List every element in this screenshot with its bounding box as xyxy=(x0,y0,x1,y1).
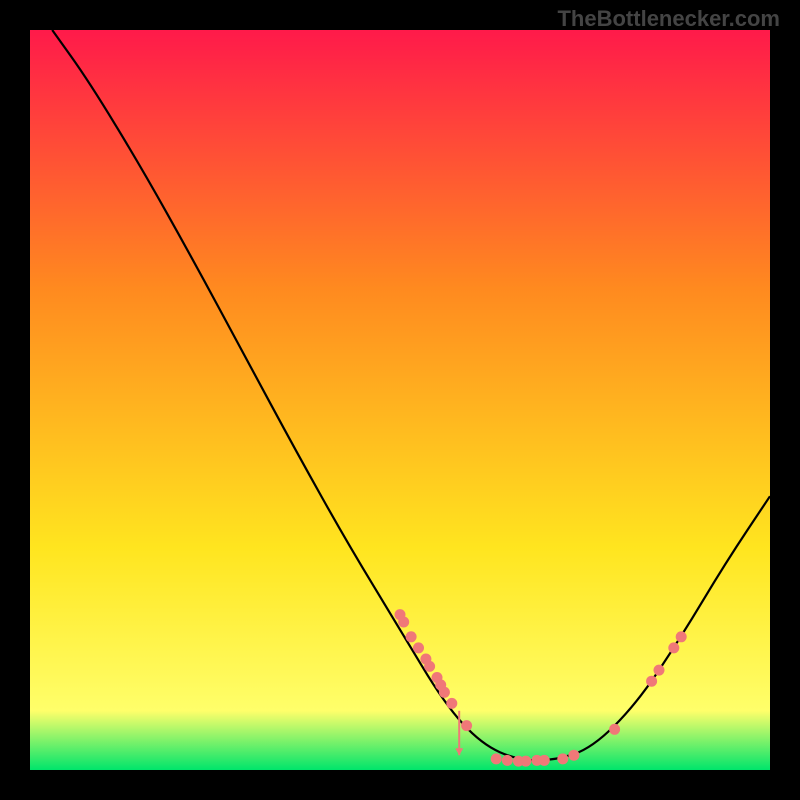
data-point xyxy=(413,642,424,653)
data-point xyxy=(439,687,450,698)
data-point xyxy=(609,724,620,735)
watermark-text: TheBottlenecker.com xyxy=(557,6,780,32)
data-point xyxy=(568,750,579,761)
data-point xyxy=(668,642,679,653)
data-point xyxy=(646,676,657,687)
data-point xyxy=(424,661,435,672)
data-point xyxy=(446,698,457,709)
chart-svg xyxy=(30,30,770,770)
data-point xyxy=(539,755,550,766)
data-point xyxy=(406,631,417,642)
chart-background xyxy=(30,30,770,770)
data-point xyxy=(502,755,513,766)
data-point xyxy=(520,756,531,767)
data-point xyxy=(398,617,409,628)
data-point xyxy=(557,753,568,764)
data-point xyxy=(676,631,687,642)
data-point xyxy=(654,665,665,676)
chart-plot-area xyxy=(30,30,770,770)
data-point xyxy=(461,720,472,731)
data-point xyxy=(491,753,502,764)
